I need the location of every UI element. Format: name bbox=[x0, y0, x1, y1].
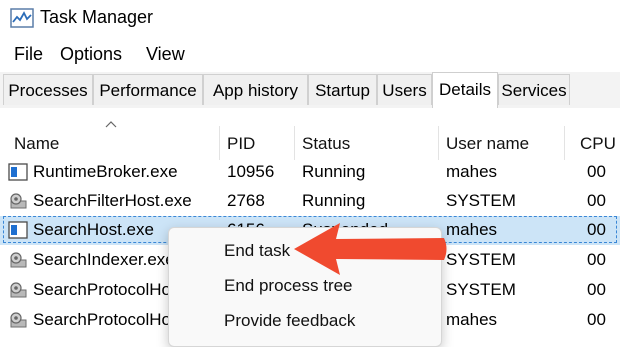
table-row[interactable]: RuntimeBroker.exe 10956 Running mahes 00 bbox=[0, 158, 620, 187]
process-cpu: 00 bbox=[587, 310, 606, 329]
gear-process-icon bbox=[10, 252, 27, 268]
gear-process-icon bbox=[10, 193, 27, 209]
process-pid: 10956 bbox=[227, 162, 275, 181]
process-user: SYSTEM bbox=[446, 191, 516, 210]
menu-file[interactable]: File bbox=[12, 44, 45, 65]
app-window-icon bbox=[8, 163, 28, 181]
table-header: Name PID Status User name CPU bbox=[0, 108, 620, 160]
column-divider[interactable] bbox=[438, 126, 439, 160]
process-name: RuntimeBroker.exe bbox=[33, 162, 178, 181]
process-user: SYSTEM bbox=[446, 250, 516, 269]
process-user: mahes bbox=[446, 162, 498, 181]
column-header-name[interactable]: Name bbox=[14, 134, 59, 154]
app-window-icon bbox=[8, 221, 28, 239]
column-divider[interactable] bbox=[219, 126, 220, 160]
tab-processes[interactable]: Processes bbox=[3, 74, 93, 105]
process-user: mahes bbox=[446, 310, 498, 329]
title-bar: Task Manager bbox=[0, 0, 620, 38]
process-pid: 2768 bbox=[227, 191, 265, 210]
gear-process-icon bbox=[10, 312, 27, 328]
gear-process-icon bbox=[10, 282, 27, 298]
menu-item-provide-feedback[interactable]: Provide feedback bbox=[224, 311, 355, 331]
tab-users[interactable]: Users bbox=[377, 74, 432, 105]
task-manager-icon bbox=[10, 8, 34, 28]
process-name: SearchIndexer.exe bbox=[33, 250, 175, 269]
process-user: mahes bbox=[446, 220, 498, 239]
tab-startup[interactable]: Startup bbox=[308, 74, 377, 105]
column-header-cpu[interactable]: CPU bbox=[580, 134, 616, 154]
table-row[interactable]: SearchFilterHost.exe 2768 Running SYSTEM… bbox=[0, 187, 620, 216]
menu-view[interactable]: View bbox=[144, 44, 187, 65]
process-cpu: 00 bbox=[587, 191, 606, 210]
menu-options[interactable]: Options bbox=[58, 44, 124, 65]
process-status: Running bbox=[302, 162, 366, 181]
process-name: SearchFilterHost.exe bbox=[33, 191, 192, 210]
process-cpu: 00 bbox=[587, 220, 606, 239]
tab-strip: Processes Performance App history Startu… bbox=[0, 72, 620, 109]
sort-ascending-icon bbox=[105, 121, 117, 128]
window-title: Task Manager bbox=[40, 7, 154, 27]
menu-item-end-task[interactable]: End task bbox=[224, 241, 290, 261]
menu-bar: File Options View bbox=[0, 40, 620, 70]
menu-item-end-process-tree[interactable]: End process tree bbox=[224, 276, 353, 296]
process-name: SearchHost.exe bbox=[33, 220, 154, 239]
tab-app-history[interactable]: App history bbox=[203, 74, 308, 105]
column-header-pid[interactable]: PID bbox=[227, 134, 255, 154]
process-cpu: 00 bbox=[587, 250, 606, 269]
process-cpu: 00 bbox=[587, 280, 606, 299]
column-header-user-name[interactable]: User name bbox=[446, 134, 529, 154]
process-cpu: 00 bbox=[587, 162, 606, 181]
tab-details[interactable]: Details bbox=[432, 72, 498, 108]
column-divider[interactable] bbox=[294, 126, 295, 160]
column-divider[interactable] bbox=[564, 126, 565, 160]
tab-services[interactable]: Services bbox=[498, 74, 570, 105]
process-status: Running bbox=[302, 191, 366, 210]
process-user: SYSTEM bbox=[446, 280, 516, 299]
tab-performance[interactable]: Performance bbox=[93, 74, 203, 105]
annotation-arrow-icon bbox=[294, 223, 447, 275]
column-header-status[interactable]: Status bbox=[302, 134, 350, 154]
